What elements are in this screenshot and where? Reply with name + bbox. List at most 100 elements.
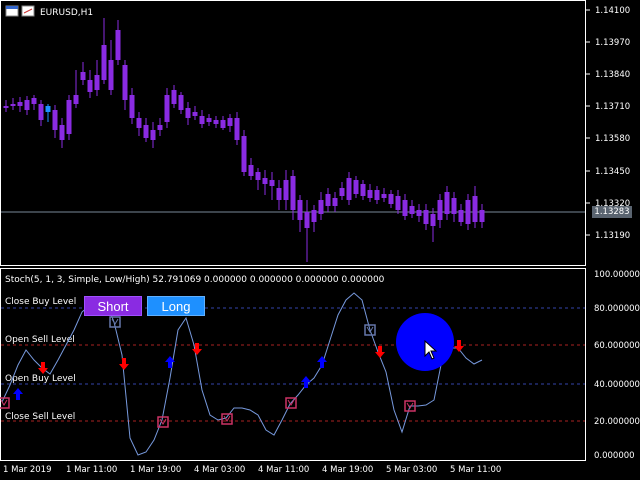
candle-body [66,100,72,134]
buy-arrow-icon [13,388,23,400]
candle-body [199,116,205,124]
indicator-tick-label: 80.000000 [594,304,640,314]
candle-body [465,200,471,224]
time-tick-label: 4 Mar 11:00 [258,465,309,475]
chart-window-icon[interactable] [5,5,19,17]
candle-body [101,45,107,80]
candle-body [115,30,121,60]
candle-body [73,95,79,104]
candle-body [395,196,401,210]
close-sell-level-label: Close Sell Level [5,412,75,422]
candle-body [80,72,86,80]
candle-body [255,172,261,180]
close-buy-level-label: Close Buy Level [5,297,76,307]
indicator-tick-label: 40.000000 [594,380,640,390]
candle-body [304,212,310,228]
candle-body [87,80,93,92]
candle-body [451,198,457,214]
candle-body [360,184,366,196]
candle-body [52,110,58,130]
candle-body [248,165,254,176]
price-tick-label: 1.13710 [595,102,630,112]
candle-body [269,180,275,186]
candle-body [444,192,450,214]
candle-body [24,100,30,110]
candle-body [423,210,429,224]
candle-body [339,188,345,196]
buy-arrow-icon [317,356,327,368]
candle-body [367,190,373,198]
time-tick-label: 5 Mar 11:00 [450,465,501,475]
candle-body [45,106,51,112]
candle-body [31,98,37,104]
candle-body [416,210,422,216]
sell-arrow-icon [119,358,129,370]
time-tick-label: 5 Mar 03:00 [386,465,437,475]
candle-body [437,200,443,220]
candle-body [353,180,359,194]
candle-body [283,180,289,200]
short-button[interactable]: Short [84,296,142,316]
time-tick-label: 1 Mar 2019 [3,465,51,475]
long-button[interactable]: Long [147,296,205,316]
candle-body [402,200,408,216]
chart-canvas[interactable]: 1.14100 1.13970 1.13840 1.13710 1.13580 … [0,0,640,480]
chart-window-icon[interactable] [21,5,35,17]
candle-body [3,106,9,108]
indicator-tick-label: 100.000000 [594,270,640,280]
candle-body [150,130,156,140]
mouse-pointer-icon [424,340,438,360]
candle-body [192,112,198,116]
candle-body [38,104,44,120]
candle-body [311,210,317,222]
time-axis: 1 Mar 2019 1 Mar 11:00 1 Mar 19:00 4 Mar… [3,465,501,475]
candle-body [59,125,65,140]
candle-body [171,90,177,104]
close-position-marker-icon [0,399,8,406]
candle-body [479,210,485,222]
candle-body [430,214,436,226]
open-sell-level-label: Open Sell Level [5,335,75,345]
price-tick-label: 1.13840 [595,70,630,80]
candle-body [297,200,303,220]
candle-body [318,200,324,214]
price-panel-border [0,0,586,266]
candle-body [143,125,149,138]
candle-body [472,196,478,222]
candle-body [94,75,100,90]
candle-body [164,95,170,122]
close-position-marker-icon [111,318,119,325]
candle-body [122,65,128,100]
candle-body [346,178,352,200]
candle-body [262,178,268,184]
candle-body [388,194,394,204]
candle-body [178,95,184,110]
price-tick-label: 1.13450 [595,167,630,177]
price-tick-label: 1.13580 [595,134,630,144]
candle-body [108,60,114,90]
indicator-tick-label: 20.000000 [594,417,640,427]
candle-body [17,102,23,106]
indicator-tick-label: 60.000000 [594,341,640,351]
candle-body [276,188,282,200]
candle-body [220,120,226,128]
candle-body [136,118,142,128]
current-price-tag: 1.13283 [592,206,632,218]
buy-arrow-icon [301,376,311,388]
time-tick-label: 1 Mar 11:00 [66,465,117,475]
candle-body [290,176,296,210]
sell-arrow-icon [38,362,48,374]
candle-body [157,125,163,130]
price-tick-label: 1.14100 [595,6,630,16]
time-tick-label: 4 Mar 19:00 [322,465,373,475]
price-tick-label: 1.13190 [595,231,630,241]
candle-body [241,136,247,172]
candle-body [129,95,135,118]
time-tick-label: 4 Mar 03:00 [194,465,245,475]
close-position-marker-icon [0,397,10,409]
candle-body [234,118,240,140]
candle-body [213,120,219,124]
candle-body [332,198,338,206]
indicator-axis: 100.000000 80.000000 60.000000 40.000000… [594,270,640,461]
candle-body [10,104,16,106]
